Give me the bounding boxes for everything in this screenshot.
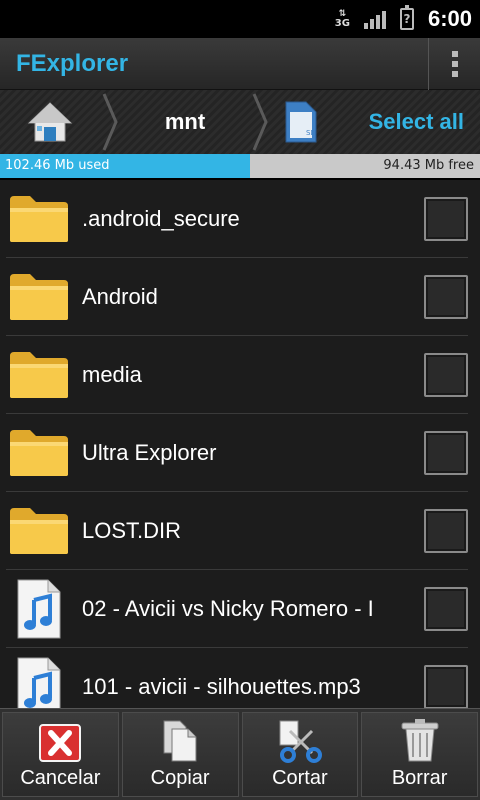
select-checkbox[interactable] xyxy=(424,664,468,709)
file-list[interactable]: .android_secure Android media Ultra Explore… xyxy=(0,180,480,710)
copy-icon xyxy=(163,720,197,762)
scissors-icon xyxy=(279,720,322,763)
status-bar: ⇅ 3G ? 6:00 xyxy=(0,0,480,38)
breadcrumb-mnt[interactable]: mnt xyxy=(120,90,250,154)
storage-free-label: 94.43 Mb free xyxy=(383,158,474,173)
cut-button[interactable]: Cortar xyxy=(241,712,359,797)
breadcrumb-home[interactable] xyxy=(0,90,100,154)
select-checkbox[interactable] xyxy=(424,586,468,631)
music-file-icon xyxy=(6,656,72,710)
folder-icon xyxy=(6,188,72,250)
select-checkbox[interactable] xyxy=(424,508,468,553)
file-name: LOST.DIR xyxy=(82,517,182,543)
bottom-toolbar: Cancelar Copiar Cortar Borrar xyxy=(0,708,480,800)
home-icon xyxy=(27,102,73,142)
delete-label: Borrar xyxy=(391,767,448,789)
svg-text:SD: SD xyxy=(306,129,316,137)
clock: 6:00 xyxy=(427,6,472,31)
select-checkbox[interactable] xyxy=(424,274,468,319)
breadcrumb-sdcard[interactable]: SD xyxy=(270,90,330,154)
list-item[interactable]: LOST.DIR xyxy=(6,492,468,570)
breadcrumb: mnt SD Select all xyxy=(0,90,480,154)
storage-usage-bar: 102.46 Mb used 94.43 Mb free xyxy=(0,154,480,178)
sd-card-icon: SD xyxy=(285,101,317,143)
copy-label: Copiar xyxy=(150,767,210,789)
list-item[interactable]: media xyxy=(6,336,468,414)
file-name: .android_secure xyxy=(82,205,240,231)
delete-button[interactable]: Borrar xyxy=(361,712,478,797)
folder-icon xyxy=(6,500,72,562)
file-name: media xyxy=(82,361,142,387)
list-item[interactable]: Android xyxy=(6,258,468,336)
trash-icon xyxy=(401,719,439,762)
cut-label: Cortar xyxy=(272,767,328,789)
signal-icon xyxy=(363,9,386,29)
list-item[interactable]: 101 - avicii - silhouettes.mp3 xyxy=(6,648,468,710)
list-item[interactable]: Ultra Explorer xyxy=(6,414,468,492)
select-all-button[interactable]: Select all xyxy=(330,109,480,135)
app-title: FExplorer xyxy=(16,49,129,77)
file-name: 101 - avicii - silhouettes.mp3 xyxy=(82,673,361,699)
chevron-right-icon xyxy=(250,90,270,154)
cancel-button[interactable]: Cancelar xyxy=(2,712,119,797)
folder-icon xyxy=(6,344,72,406)
folder-icon xyxy=(6,422,72,484)
copy-button[interactable]: Copiar xyxy=(121,712,239,797)
folder-icon xyxy=(6,266,72,328)
music-file-icon xyxy=(6,578,72,640)
file-name: Ultra Explorer xyxy=(82,439,217,465)
cancel-label: Cancelar xyxy=(20,767,101,789)
battery-icon: ? xyxy=(399,5,414,30)
list-item[interactable]: .android_secure xyxy=(6,180,468,258)
storage-used-label: 102.46 Mb used xyxy=(5,158,110,173)
cancel-icon xyxy=(39,724,82,762)
action-bar: FExplorer xyxy=(0,37,480,90)
network-indicator: ⇅ 3G xyxy=(334,9,350,29)
file-name: 02 - Avicii vs Nicky Romero - I xyxy=(82,595,374,621)
select-checkbox[interactable] xyxy=(424,352,468,397)
overflow-menu-icon[interactable] xyxy=(428,37,480,90)
file-name: Android xyxy=(82,283,158,309)
list-item[interactable]: 02 - Avicii vs Nicky Romero - I xyxy=(6,570,468,648)
select-checkbox[interactable] xyxy=(424,196,468,241)
chevron-right-icon xyxy=(100,90,120,154)
select-checkbox[interactable] xyxy=(424,430,468,475)
